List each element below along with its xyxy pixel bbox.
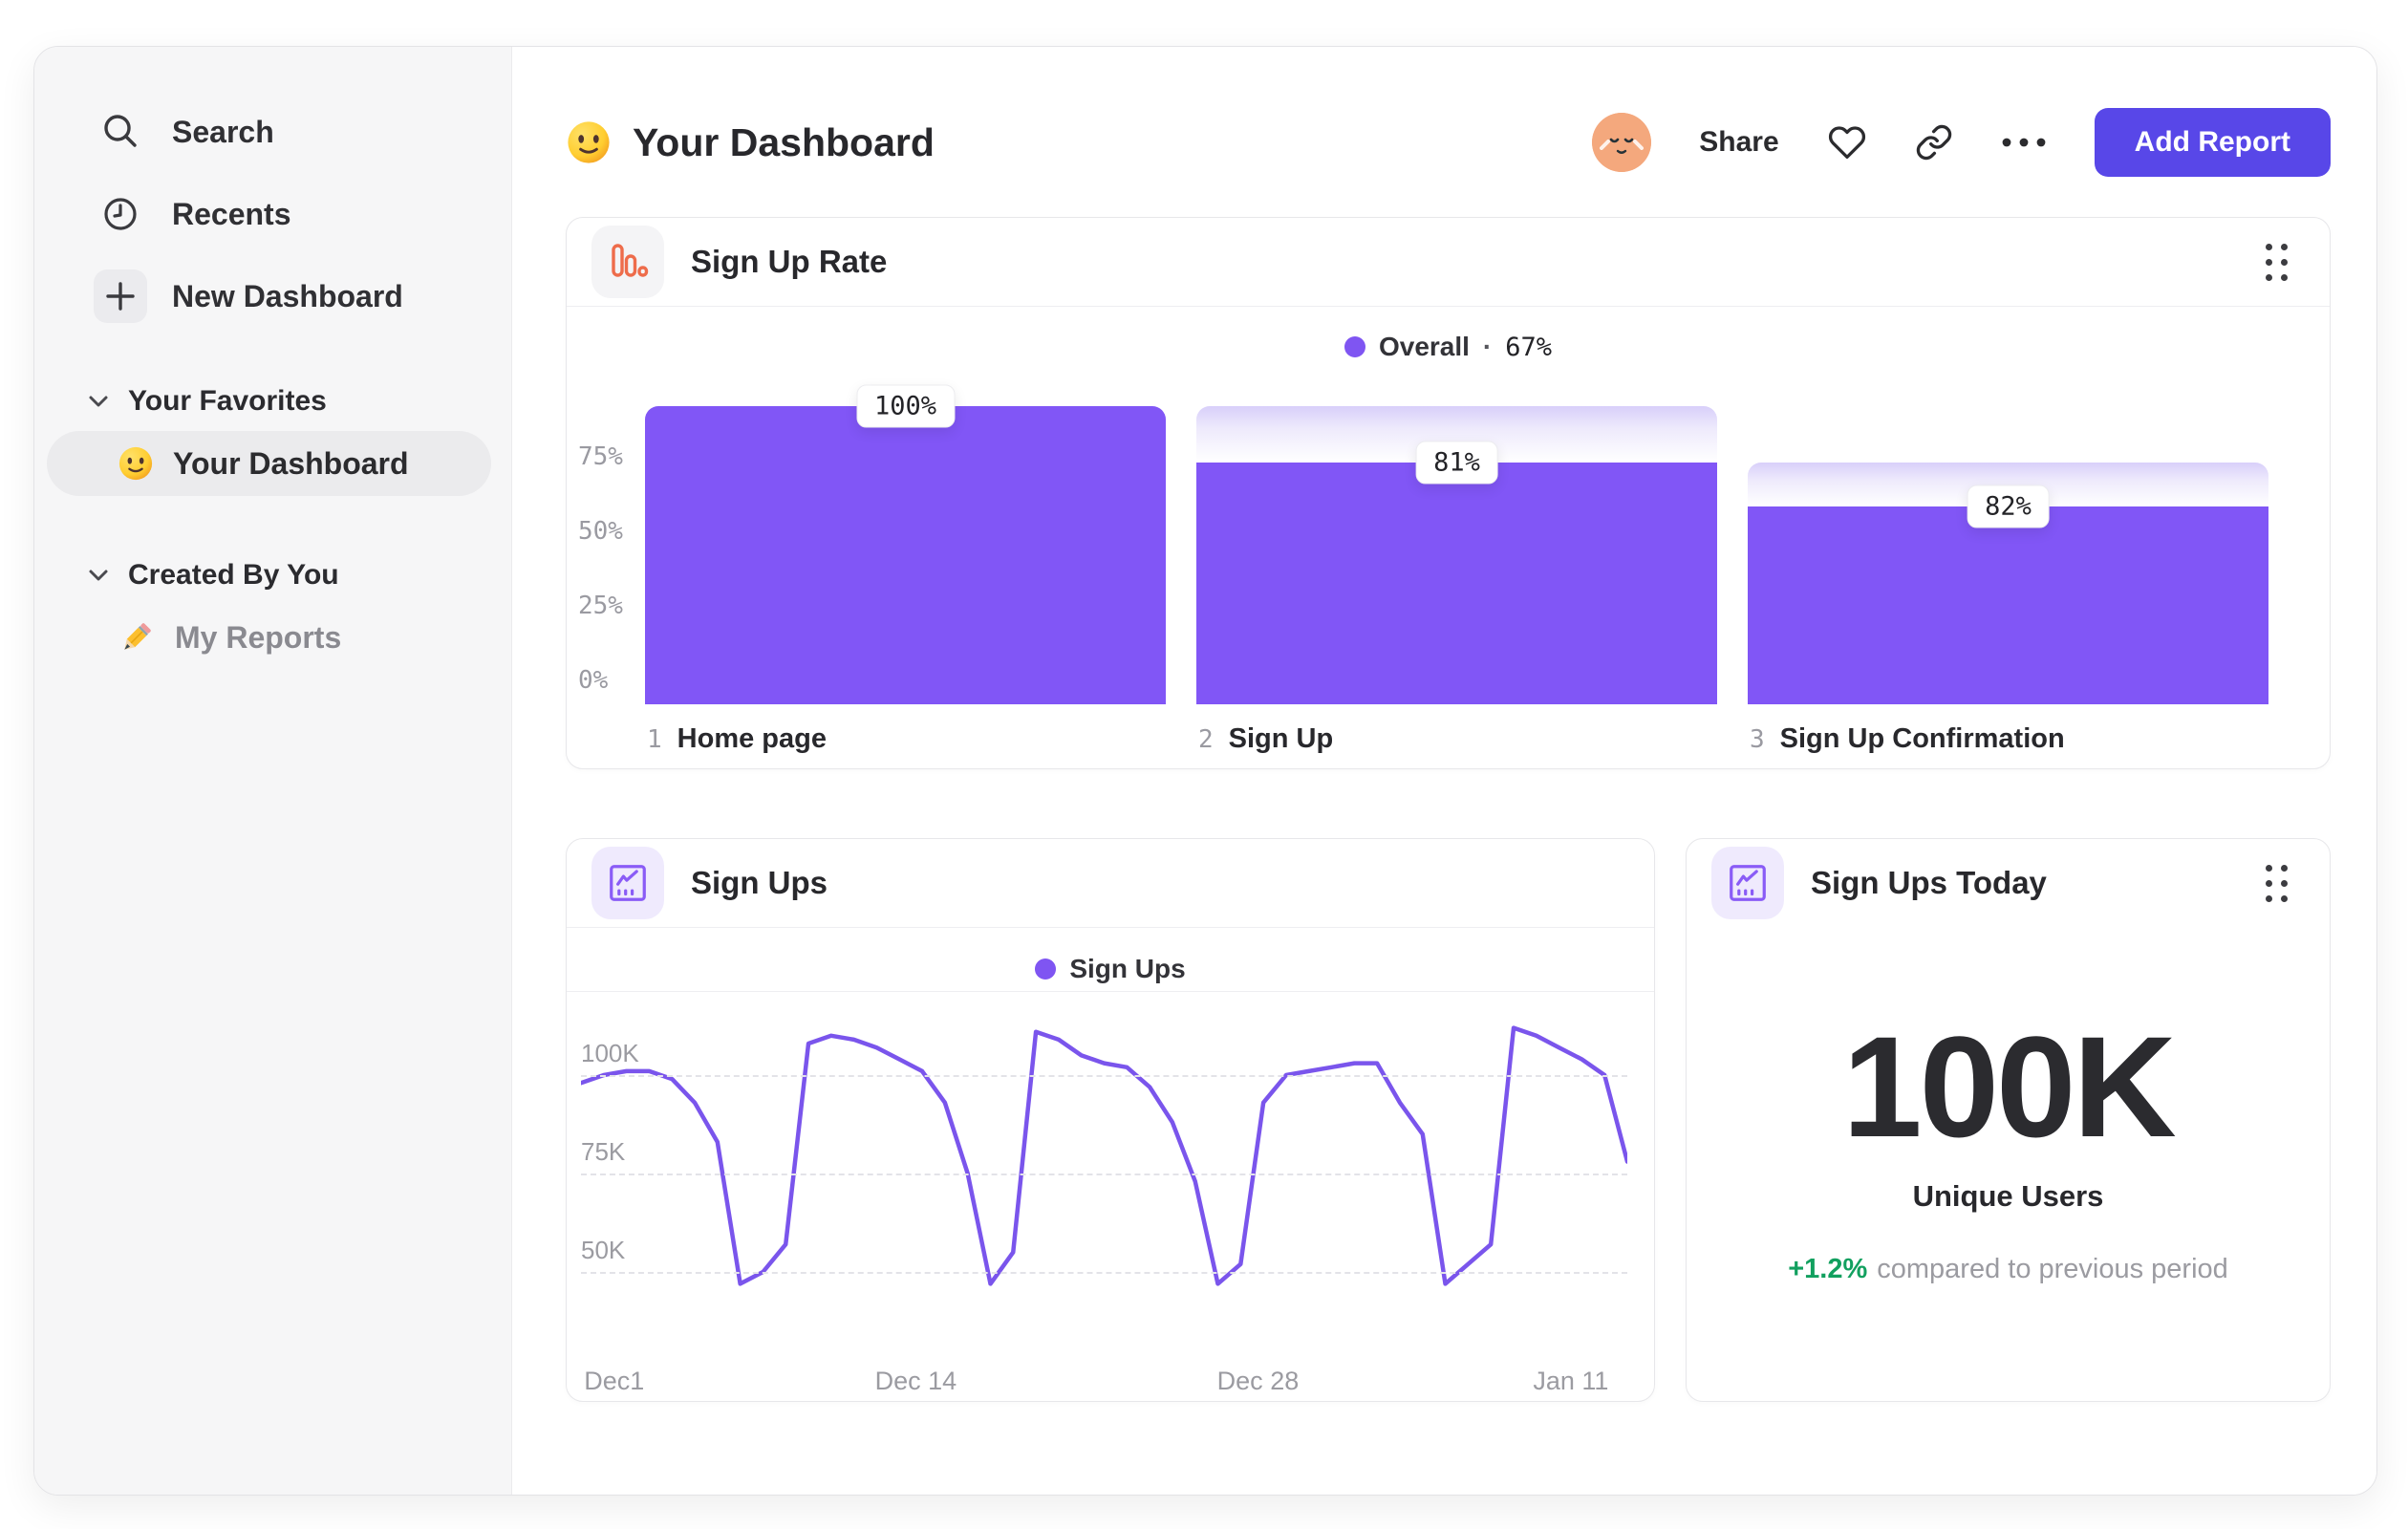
sidebar-item-my-reports[interactable]: My Reports bbox=[47, 605, 491, 670]
chevron-down-icon bbox=[89, 570, 108, 581]
line-legend: Sign Ups bbox=[567, 947, 1654, 991]
plus-icon bbox=[94, 269, 147, 323]
sign-ups-today-card: Sign Ups Today 100K Unique Users +1.2% co… bbox=[1686, 838, 2331, 1402]
delta-badge: +1.2% bbox=[1788, 1254, 1868, 1284]
dashboard-header: Your Dashboard Share Add Report bbox=[566, 97, 2331, 188]
sidebar-item-new-dashboard[interactable]: New Dashboard bbox=[34, 255, 511, 337]
funnel-bar-fill bbox=[645, 406, 1166, 704]
legend-value: 67% bbox=[1505, 332, 1553, 362]
line-x-tick: Dec1 bbox=[584, 1367, 645, 1395]
bar-chart-icon bbox=[591, 226, 664, 298]
funnel-y-tick: 50% bbox=[578, 517, 623, 546]
section-title: Your Favorites bbox=[128, 385, 327, 417]
more-options-icon[interactable] bbox=[2001, 137, 2047, 148]
app-window: Search Recents New Dashboard Your Favori… bbox=[33, 46, 2377, 1496]
comparison-text: compared to previous period bbox=[1877, 1254, 2228, 1284]
funnel-y-tick: 25% bbox=[578, 592, 623, 620]
avatar[interactable] bbox=[1592, 113, 1652, 172]
drag-handle[interactable] bbox=[2266, 864, 2288, 902]
funnel-step-label: 2 Sign Up bbox=[1198, 723, 1334, 754]
line-x-axis: Dec1 Dec 14 Dec 28 Jan 11 bbox=[581, 1367, 1627, 1401]
header-actions: Share Add Report bbox=[1592, 108, 2331, 177]
line-chart-plot[interactable]: 50K 75K 100K bbox=[581, 1011, 1627, 1326]
card-header: Sign Ups Today bbox=[1687, 839, 2330, 927]
page-title: Your Dashboard bbox=[566, 119, 935, 165]
card-title: Sign Up Rate bbox=[691, 244, 888, 279]
conversion-tooltip: 82% bbox=[1967, 485, 2050, 528]
funnel-y-tick: 0% bbox=[578, 666, 609, 695]
conversion-tooltip: 100% bbox=[855, 384, 956, 428]
comparison-row: +1.2% compared to previous period bbox=[1687, 1254, 2330, 1285]
copy-link-icon[interactable] bbox=[1915, 123, 1953, 162]
divider bbox=[567, 927, 1654, 928]
card-header: Sign Up Rate bbox=[567, 218, 2330, 306]
card-header: Sign Ups bbox=[567, 839, 1654, 927]
sidebar-item-label: My Reports bbox=[175, 619, 342, 655]
sidebar-item-label: Recents bbox=[172, 196, 291, 231]
search-icon bbox=[94, 105, 147, 159]
funnel-chart: Overall · 67% 0% 25% 50% 75% 100% 1 Home page… bbox=[567, 307, 2330, 768]
funnel-bar-fill bbox=[1748, 506, 2268, 704]
conversion-tooltip: 81% bbox=[1415, 441, 1498, 485]
sidebar-item-your-dashboard[interactable]: Your Dashboard bbox=[47, 431, 491, 496]
clock-icon bbox=[94, 187, 147, 241]
funnel-legend: Overall · 67% bbox=[567, 332, 2330, 362]
line-x-tick: Dec 14 bbox=[874, 1367, 957, 1395]
section-title: Created By You bbox=[128, 559, 339, 591]
funnel-step-bar[interactable]: 100% 1 Home page bbox=[645, 384, 1166, 754]
legend-dot bbox=[1035, 958, 1057, 980]
sidebar: Search Recents New Dashboard Your Favori… bbox=[34, 47, 512, 1495]
gridline bbox=[581, 1174, 1627, 1175]
funnel-step-bar[interactable]: 82% 3 Sign Up Confirmation bbox=[1748, 406, 2268, 754]
line-chart-icon bbox=[591, 847, 664, 919]
line-y-tick: 50K bbox=[581, 1236, 626, 1264]
sidebar-section-your-favorites[interactable]: Your Favorites bbox=[34, 372, 511, 431]
line-y-tick: 100K bbox=[581, 1039, 639, 1067]
sidebar-item-search[interactable]: Search bbox=[34, 91, 511, 173]
big-number-value: 100K bbox=[1842, 1006, 2177, 1167]
card-title: Sign Ups bbox=[691, 865, 828, 900]
favorite-heart-icon[interactable] bbox=[1827, 123, 1867, 162]
funnel-bar-fill bbox=[1196, 463, 1717, 704]
share-button[interactable]: Share bbox=[1699, 126, 1778, 159]
add-report-button[interactable]: Add Report bbox=[2094, 108, 2331, 177]
gridline bbox=[581, 1272, 1627, 1274]
sidebar-item-label: Your Dashboard bbox=[173, 445, 409, 481]
funnel-plot: 100% 1 Home page 81% 2 Sign Up 82% 3 Sign Up Con… bbox=[645, 384, 2268, 754]
funnel-y-axis: 0% 25% 50% 75% bbox=[578, 406, 655, 704]
sign-ups-line bbox=[581, 1011, 1627, 1326]
line-x-tick: Jan 11 bbox=[1533, 1367, 1609, 1395]
big-number-label: Unique Users bbox=[1912, 1179, 2104, 1213]
sidebar-item-label: New Dashboard bbox=[172, 278, 403, 313]
funnel-step-label: 3 Sign Up Confirmation bbox=[1750, 723, 2065, 754]
legend-dot bbox=[1344, 336, 1365, 357]
line-y-tick: 75K bbox=[581, 1137, 626, 1166]
main-content: Your Dashboard Share Add Report Sign Up … bbox=[512, 47, 2376, 1495]
sign-ups-card: Sign Ups Sign Ups 50K 75K 100K Dec1 Dec 14 D… bbox=[566, 838, 1655, 1402]
smiley-emoji bbox=[118, 446, 153, 481]
gridline bbox=[581, 1075, 1627, 1077]
drag-handle[interactable] bbox=[2266, 243, 2288, 281]
divider bbox=[567, 991, 1654, 992]
line-chart-icon bbox=[1711, 847, 1784, 919]
funnel-y-tick: 75% bbox=[578, 442, 623, 471]
sidebar-item-label: Search bbox=[172, 114, 274, 149]
smiley-emoji bbox=[568, 121, 610, 163]
sidebar-section-created-by-you[interactable]: Created By You bbox=[34, 546, 511, 605]
sign-up-rate-card: Sign Up Rate Overall · 67% 0% 25% 50% 75% 1… bbox=[566, 217, 2331, 769]
funnel-step-bar[interactable]: 81% 2 Sign Up bbox=[1196, 406, 1717, 754]
chevron-down-icon bbox=[89, 396, 108, 407]
pencil-emoji bbox=[124, 623, 151, 650]
card-title: Sign Ups Today bbox=[1811, 865, 2047, 900]
line-x-tick: Dec 28 bbox=[1216, 1367, 1300, 1395]
funnel-step-label: 1 Home page bbox=[647, 723, 827, 754]
cards-row: Sign Ups Sign Ups 50K 75K 100K Dec1 Dec 14 D… bbox=[566, 838, 2331, 1402]
sidebar-item-recents[interactable]: Recents bbox=[34, 173, 511, 255]
